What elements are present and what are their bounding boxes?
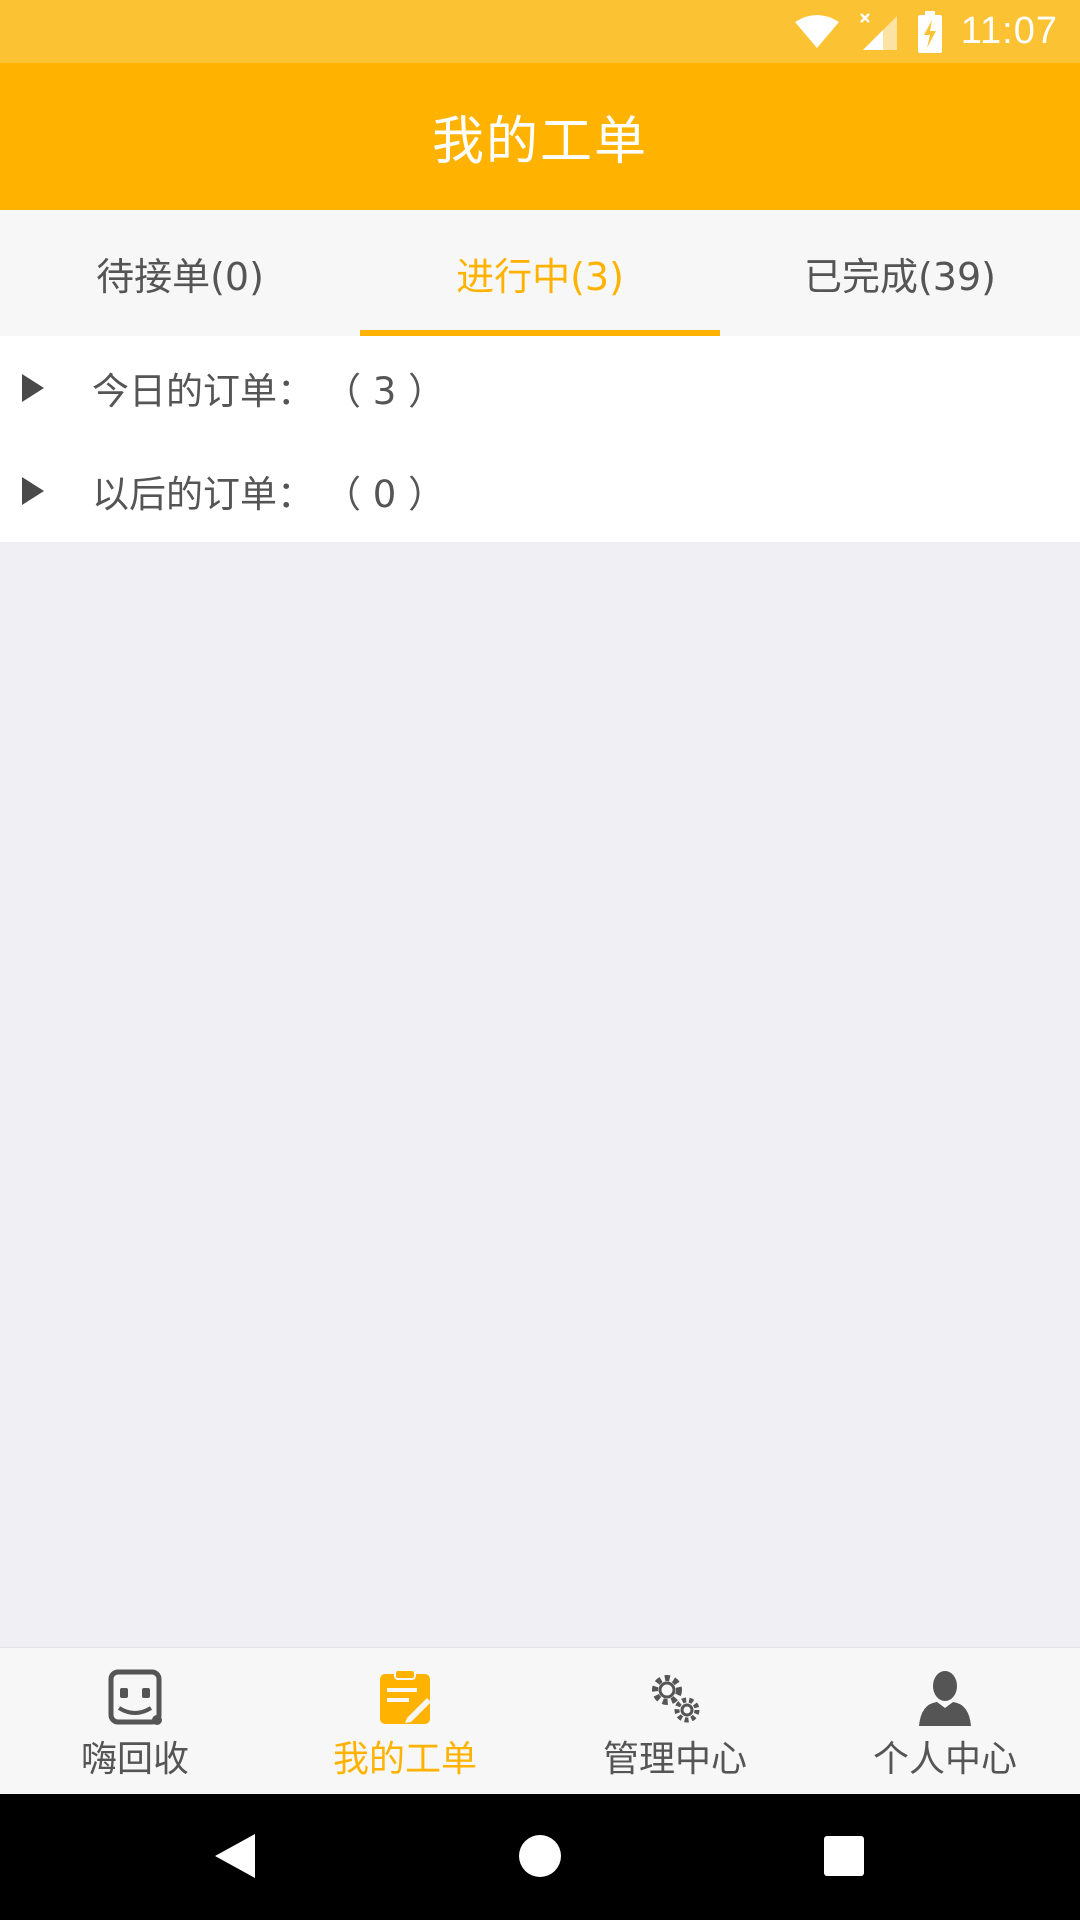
wifi-icon	[794, 14, 839, 48]
order-group-count: （ 0 ）	[324, 472, 446, 516]
status-bar: 11:07	[0, 0, 1080, 63]
status-icons: 11:07	[793, 0, 1058, 63]
caret-right-icon	[22, 476, 44, 505]
order-group-list: 今日的订单： （ 3 ） 以后的订单： （ 0 ）	[0, 336, 1080, 542]
back-icon[interactable]	[215, 1834, 255, 1878]
nav-label: 我的工单	[332, 1739, 477, 1780]
status-time: 11:07	[960, 10, 1058, 52]
home-icon[interactable]	[519, 1835, 561, 1877]
bottom-navigation: 嗨回收 我的工单 管理中心 个人中心	[0, 1647, 1080, 1795]
nav-label: 个人中心	[872, 1739, 1017, 1780]
signal-icon	[859, 12, 897, 50]
battery-charging-icon	[917, 10, 942, 53]
nav-item-management[interactable]: 管理中心	[540, 1648, 810, 1795]
gears-icon	[652, 1675, 700, 1723]
recent-apps-icon[interactable]	[824, 1836, 864, 1876]
order-status-tabs: 待接单(0) 进行中(3) 已完成(39)	[0, 210, 1080, 336]
order-group-later[interactable]: 以后的订单： （ 0 ）	[0, 439, 1080, 542]
order-group-label: 以后的订单：	[92, 472, 314, 516]
system-navigation-bar	[0, 1794, 1080, 1920]
page-title: 我的工单	[431, 112, 648, 172]
nav-item-my-orders[interactable]: 我的工单	[270, 1648, 540, 1795]
order-group-today[interactable]: 今日的订单： （ 3 ）	[0, 336, 1080, 439]
order-group-label: 今日的订单：	[92, 369, 314, 413]
tab-pending[interactable]: 待接单(0)	[0, 210, 360, 336]
nav-label: 管理中心	[602, 1739, 747, 1780]
tab-completed-label: 已完成(39)	[803, 254, 996, 299]
nav-item-profile[interactable]: 个人中心	[810, 1648, 1080, 1795]
nav-label: 嗨回收	[80, 1739, 189, 1780]
order-group-count: （ 3 ）	[324, 369, 446, 413]
person-icon	[919, 1671, 971, 1726]
app-bar: 我的工单	[0, 63, 1080, 210]
clipboard-edit-icon	[380, 1669, 431, 1724]
caret-right-icon	[22, 373, 44, 402]
tab-in-progress[interactable]: 进行中(3)	[360, 210, 720, 336]
tab-in-progress-label: 进行中(3)	[456, 254, 624, 299]
tab-completed[interactable]: 已完成(39)	[720, 210, 1080, 336]
nav-item-recycle[interactable]: 嗨回收	[0, 1648, 270, 1795]
robot-face-icon	[108, 1669, 162, 1725]
tab-pending-label: 待接单(0)	[96, 254, 264, 299]
